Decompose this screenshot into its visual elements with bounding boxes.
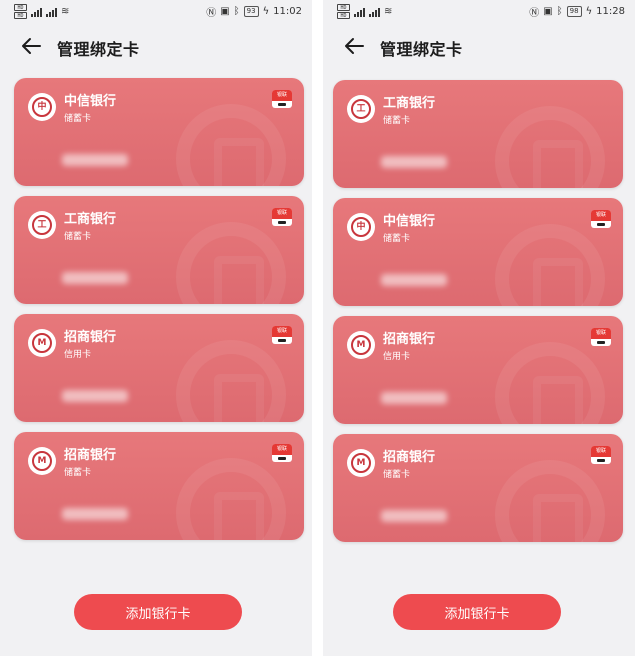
- bank-watermark-icon: [495, 342, 605, 424]
- card-number-masked: [381, 156, 447, 168]
- card-type: 储蓄卡: [383, 116, 411, 126]
- clock: 11:28: [596, 6, 625, 17]
- charging-icon: ϟ: [585, 6, 593, 17]
- card-type: 储蓄卡: [383, 234, 411, 244]
- card-type: 储蓄卡: [64, 232, 92, 242]
- header: 管理绑定卡: [0, 32, 312, 62]
- nfc-icon: Ⓝ: [529, 8, 540, 19]
- unionpay-icon: 银联: [272, 326, 292, 344]
- vibrate-icon: ▣: [220, 6, 230, 17]
- card-type: 储蓄卡: [64, 114, 92, 124]
- arrow-left-icon[interactable]: [20, 36, 42, 56]
- nfc-icon: Ⓝ: [206, 8, 217, 19]
- bank-watermark-icon: [495, 106, 605, 188]
- bank-card[interactable]: M 招商银行 储蓄卡 银联: [14, 432, 304, 540]
- bank-card[interactable]: M 招商银行 信用卡 银联: [333, 316, 623, 424]
- screen-left: HD HD ≋ Ⓝ ▣ ᛒ 93 ϟ 11:02 管理绑定卡 中 中信银行 储蓄…: [0, 0, 312, 656]
- bank-name: 工商银行: [64, 212, 117, 227]
- citic-bank-logo-icon: 中: [347, 213, 375, 241]
- bank-watermark-icon: [495, 224, 605, 306]
- unionpay-icon: 银联: [591, 446, 611, 464]
- bank-name: 招商银行: [64, 330, 117, 345]
- citic-bank-logo-icon: 中: [28, 93, 56, 121]
- bank-watermark-icon: [176, 222, 286, 304]
- signal-icon: [46, 7, 57, 17]
- bank-card[interactable]: 工 工商银行 储蓄卡 银联: [14, 196, 304, 304]
- clock: 11:02: [273, 6, 302, 17]
- bank-name: 中信银行: [383, 214, 436, 229]
- charging-icon: ϟ: [262, 6, 270, 17]
- bank-watermark-icon: [176, 458, 286, 540]
- cmb-logo-icon: M: [347, 331, 375, 359]
- cmb-logo-icon: M: [347, 449, 375, 477]
- cmb-logo-icon: M: [28, 329, 56, 357]
- card-number-masked: [62, 390, 128, 402]
- unionpay-icon: 银联: [591, 328, 611, 346]
- vibrate-icon: ▣: [543, 6, 553, 17]
- sim2-badge: HD: [14, 12, 27, 19]
- page-title: 管理绑定卡: [380, 40, 463, 59]
- card-number-masked: [381, 274, 447, 286]
- screen-right: HD HD ≋ Ⓝ ▣ ᛒ 98 ϟ 11:28 管理绑定卡 工 工商银行 储蓄…: [323, 0, 635, 656]
- unionpay-icon: 银联: [272, 444, 292, 462]
- cmb-logo-icon: M: [28, 447, 56, 475]
- bluetooth-icon: ᛒ: [233, 6, 240, 17]
- bank-watermark-icon: [176, 104, 286, 186]
- status-bar: HD HD ≋ Ⓝ ▣ ᛒ 93 ϟ 11:02: [0, 0, 312, 22]
- add-bank-card-button[interactable]: 添加银行卡: [393, 594, 561, 630]
- unionpay-icon: 银联: [272, 90, 292, 108]
- card-number-masked: [62, 154, 128, 166]
- sim1-badge: HD: [14, 4, 27, 11]
- card-type: 储蓄卡: [383, 470, 411, 480]
- bank-name: 中信银行: [64, 94, 117, 109]
- bank-card[interactable]: 工 工商银行 储蓄卡: [333, 80, 623, 188]
- battery-icon: 98: [566, 6, 582, 17]
- bluetooth-icon: ᛒ: [556, 6, 563, 17]
- bank-card[interactable]: 中 中信银行 储蓄卡 银联: [14, 78, 304, 186]
- bank-watermark-icon: [495, 460, 605, 542]
- bank-watermark-icon: [176, 340, 286, 422]
- bank-name: 招商银行: [383, 332, 436, 347]
- bank-card[interactable]: M 招商银行 信用卡 银联: [14, 314, 304, 422]
- battery-icon: 93: [243, 6, 259, 17]
- card-number-masked: [62, 272, 128, 284]
- unionpay-icon: 银联: [272, 208, 292, 226]
- card-type: 信用卡: [64, 350, 92, 360]
- sim2-badge: HD: [337, 12, 350, 19]
- status-bar: HD HD ≋ Ⓝ ▣ ᛒ 98 ϟ 11:28: [323, 0, 635, 22]
- icbc-logo-icon: 工: [347, 95, 375, 123]
- wifi-icon: ≋: [384, 6, 393, 17]
- signal-icon: [31, 7, 42, 17]
- icbc-logo-icon: 工: [28, 211, 56, 239]
- card-type: 信用卡: [383, 352, 411, 362]
- bank-name: 招商银行: [383, 450, 436, 465]
- page-title: 管理绑定卡: [57, 40, 140, 59]
- bank-card[interactable]: 中 中信银行 储蓄卡 银联: [333, 198, 623, 306]
- bank-card[interactable]: M 招商银行 储蓄卡 银联: [333, 434, 623, 542]
- bank-name: 工商银行: [383, 96, 436, 111]
- add-bank-card-button[interactable]: 添加银行卡: [74, 594, 242, 630]
- unionpay-icon: 银联: [591, 210, 611, 228]
- wifi-icon: ≋: [61, 6, 70, 17]
- arrow-left-icon[interactable]: [343, 36, 365, 56]
- card-number-masked: [62, 508, 128, 520]
- signal-icon: [354, 7, 365, 17]
- signal-icon: [369, 7, 380, 17]
- sim1-badge: HD: [337, 4, 350, 11]
- header: 管理绑定卡: [323, 32, 635, 62]
- card-type: 储蓄卡: [64, 468, 92, 478]
- card-number-masked: [381, 392, 447, 404]
- bank-name: 招商银行: [64, 448, 117, 463]
- card-number-masked: [381, 510, 447, 522]
